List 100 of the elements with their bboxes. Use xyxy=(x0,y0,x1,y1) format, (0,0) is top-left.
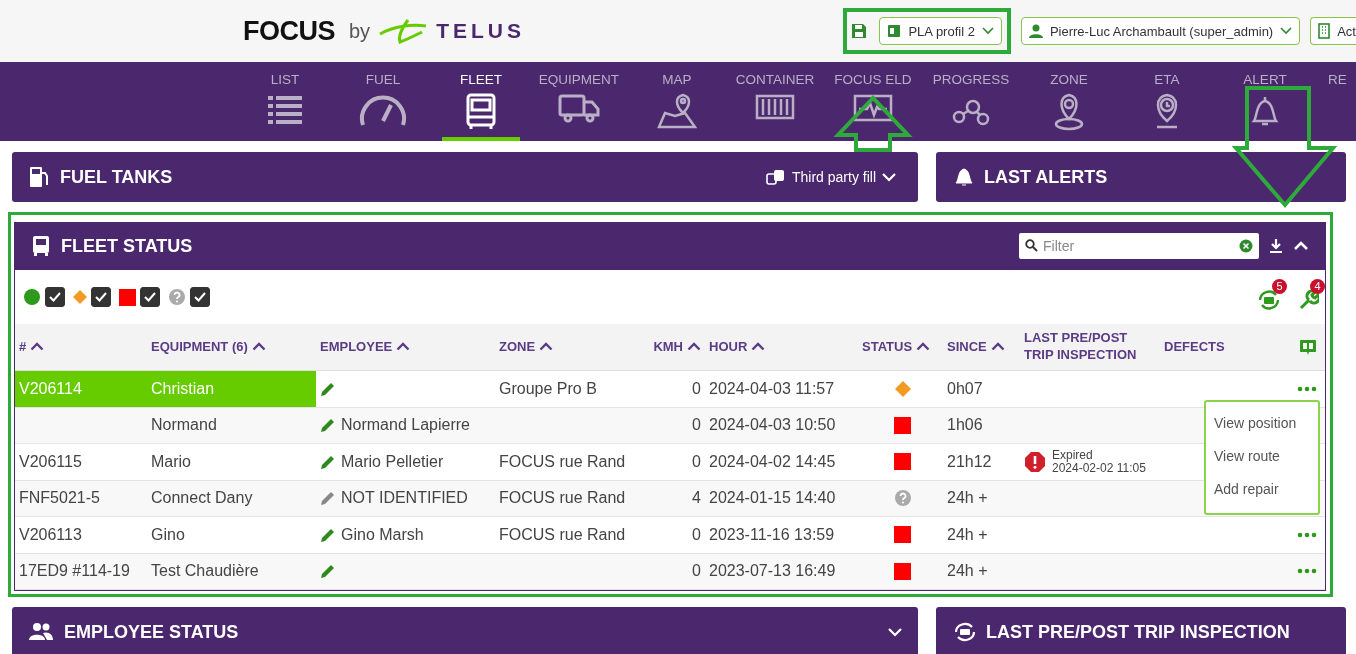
table-cell: V206115 xyxy=(19,452,82,471)
table-cell: 24h + xyxy=(947,525,988,544)
menu-item[interactable]: View route xyxy=(1206,441,1318,474)
inspection-status: Expired xyxy=(1052,449,1094,462)
download-icon[interactable] xyxy=(1269,238,1283,254)
search-icon xyxy=(1025,239,1038,252)
pencil-icon[interactable] xyxy=(320,490,336,507)
column-header[interactable]: EMPLOYEE xyxy=(320,338,411,356)
panel-title: FLEET STATUS xyxy=(61,235,193,257)
truck-icon xyxy=(558,93,600,123)
table-cell: 2023-11-16 13:59 xyxy=(709,525,835,544)
table-cell: 2024-04-02 14:45 xyxy=(709,452,836,471)
column-header[interactable]: SINCE xyxy=(947,338,1005,356)
column-header[interactable]: ZONE xyxy=(499,338,554,356)
table-cell: Groupe Pro B xyxy=(499,379,597,398)
table-cell: Christian xyxy=(151,379,215,398)
chevron-icon xyxy=(882,172,896,182)
employee-name: Gino Marsh xyxy=(341,525,424,544)
table-cell: Test Chaudière xyxy=(151,562,259,581)
column-header[interactable]: STATUS xyxy=(862,338,931,356)
panel-title: EMPLOYEE STATUS xyxy=(64,621,239,643)
checkmark-icon xyxy=(94,290,108,304)
checkbox[interactable] xyxy=(91,287,111,307)
bus-icon xyxy=(31,235,51,257)
warning-icon xyxy=(1024,450,1046,473)
nav-tab[interactable]: FOCUS ELD xyxy=(824,62,922,141)
save-icon[interactable] xyxy=(851,23,868,39)
inspection-icon[interactable] xyxy=(1257,289,1281,311)
checkmark-icon xyxy=(143,290,157,304)
column-header[interactable]: # xyxy=(19,338,45,356)
column-settings-icon[interactable] xyxy=(1299,339,1317,355)
nav-tab[interactable]: ZONE xyxy=(1020,62,1118,141)
fuel-pump-icon xyxy=(28,165,50,189)
table-cell: Gino xyxy=(151,525,185,544)
checkmark-icon xyxy=(193,290,207,304)
column-header: LAST PRE/POST TRIP INSPECTION xyxy=(1024,330,1138,364)
logo-text: by xyxy=(349,19,371,43)
account-dropdown[interactable]: Act xyxy=(1310,17,1356,45)
checkbox[interactable] xyxy=(140,287,160,307)
more-icon[interactable] xyxy=(1297,531,1317,538)
table-cell: 0 xyxy=(692,562,701,581)
table-cell: V206113 xyxy=(19,525,82,544)
bell-icon xyxy=(954,166,974,188)
filter-field[interactable]: Filter xyxy=(1019,233,1259,259)
count-badge: 5 xyxy=(1272,279,1287,294)
table-cell: 21h12 xyxy=(947,452,992,471)
more-icon[interactable] xyxy=(1297,568,1317,575)
column-header: DEFECTS xyxy=(1164,338,1225,356)
fill-filter-dropdown[interactable]: Third party fill xyxy=(759,168,902,186)
inspection-date: 2024-02-02 11:05 xyxy=(1052,461,1146,475)
clear-icon[interactable] xyxy=(1239,239,1253,253)
checkbox[interactable] xyxy=(190,287,210,307)
table-cell: Connect Dany xyxy=(151,489,253,508)
user-dropdown[interactable]: Pierre-Luc Archambault (super_admin) xyxy=(1020,17,1301,45)
panel-title: FUEL TANKS xyxy=(60,166,173,188)
table-cell: 24h + xyxy=(947,489,988,508)
logo-text: TELUS xyxy=(436,19,525,43)
menu-item[interactable]: Add repair xyxy=(1206,474,1318,507)
pencil-icon[interactable] xyxy=(320,417,336,434)
nav-tab[interactable]: ALERT xyxy=(1216,62,1314,141)
container-icon xyxy=(755,93,795,121)
table-cell: FNF5021-5 xyxy=(19,489,100,508)
column-header[interactable]: EQUIPMENT (6) xyxy=(151,338,266,356)
count-badge: 4 xyxy=(1310,279,1325,294)
panel-title: LAST PRE/POST TRIP INSPECTION xyxy=(986,621,1290,643)
menu-item[interactable]: View position xyxy=(1206,408,1318,441)
table-cell: 0 xyxy=(692,416,701,435)
employee-name: Mario Pelletier xyxy=(341,452,444,471)
nav-tab[interactable]: LIST xyxy=(236,62,334,141)
more-icon[interactable] xyxy=(1297,385,1317,392)
nav-tab[interactable]: MAP xyxy=(628,62,726,141)
profile-dropdown[interactable]: PLA profil 2 xyxy=(879,17,1002,45)
pencil-icon[interactable] xyxy=(320,453,336,470)
table-cell: FOCUS rue Rand xyxy=(499,452,626,471)
table-cell: Normand xyxy=(151,416,217,435)
checkbox[interactable] xyxy=(45,287,65,307)
nav-tab[interactable]: CONTAINER xyxy=(726,62,824,141)
map-pin-icon xyxy=(657,93,697,129)
nav-tab[interactable]: PROGRESS xyxy=(922,62,1020,141)
pencil-icon[interactable] xyxy=(320,380,336,397)
nav-tab[interactable]: EQUIPMENT xyxy=(530,62,628,141)
pencil-icon[interactable] xyxy=(320,526,336,543)
column-header[interactable]: KMH xyxy=(653,338,701,356)
table-cell: 0 xyxy=(692,525,701,544)
nav-tab[interactable]: FLEET xyxy=(432,62,530,141)
logo-text: FOCUS xyxy=(243,15,335,47)
panel-title: LAST ALERTS xyxy=(984,166,1108,188)
pencil-icon[interactable] xyxy=(320,563,336,580)
table-cell: 0h07 xyxy=(947,379,983,398)
expand-icon[interactable] xyxy=(888,627,902,637)
tanks-icon xyxy=(765,169,786,185)
wrench-icon[interactable] xyxy=(1297,289,1319,311)
nav-tab[interactable]: ETA xyxy=(1118,62,1216,141)
table-cell: FOCUS rue Rand xyxy=(499,489,626,508)
nav-tab[interactable]: FUEL xyxy=(334,62,432,141)
column-header[interactable]: HOUR xyxy=(709,338,766,356)
collapse-icon[interactable] xyxy=(1293,241,1309,251)
chevron-icon xyxy=(1280,27,1293,35)
nav-tab[interactable]: RE xyxy=(1314,62,1356,141)
table-cell: 2023-07-13 16:49 xyxy=(709,562,836,581)
